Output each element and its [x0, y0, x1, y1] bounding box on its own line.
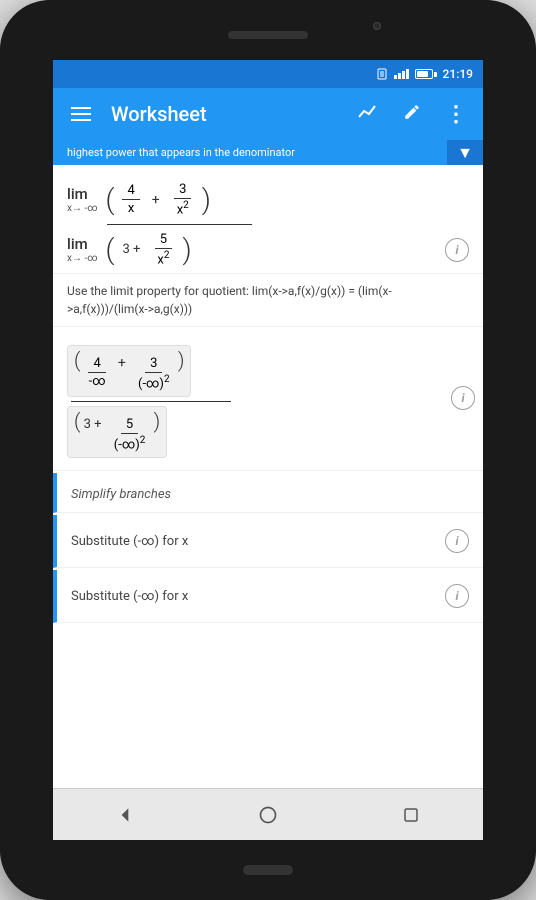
open-paren-1: ( [106, 186, 115, 214]
fraction-divider [107, 224, 252, 225]
lim-arrow-2: x→ -∞ [67, 253, 98, 264]
close-paren-4: ) [154, 409, 161, 433]
home-button[interactable] [253, 800, 283, 830]
edit-icon[interactable] [399, 98, 425, 130]
more-options-icon[interactable]: ⋮ [441, 98, 469, 131]
status-bar: 21:19 [53, 60, 483, 88]
frac-4x: 4 x [122, 182, 139, 217]
substitute-row-2: Substitute (-∞) for x i [53, 570, 483, 623]
lim-label-1: lim x→ -∞ [67, 185, 98, 214]
property-text-section: Use the limit property for quotient: lim… [53, 274, 483, 327]
lim-label-2: lim x→ -∞ [67, 235, 98, 264]
simplify-text: Simplify branches [71, 487, 171, 502]
frac-5inf2: 5 (-∞)2 [109, 416, 151, 453]
scroll-indicator[interactable]: ▼ [447, 140, 483, 165]
scroll-down-icon: ▼ [457, 143, 473, 163]
eval-num-paren: ( 4 -∞ + 3 (-∞)2 ) [67, 345, 191, 397]
camera [373, 22, 381, 30]
eval-denom-paren: ( 3 + 5 (-∞)2 ) [67, 406, 167, 458]
eval-denominator: ( 3 + 5 (-∞)2 ) [67, 406, 469, 458]
substitute-text-1: Substitute (-∞) for x [71, 534, 188, 549]
substitute-text-2: Substitute (-∞) for x [71, 589, 188, 604]
back-button[interactable] [110, 800, 140, 830]
simplify-section: Simplify branches [53, 473, 483, 513]
lim-word-1: lim [67, 185, 88, 203]
lim-word-2: lim [67, 235, 88, 253]
status-time: 21:19 [443, 67, 473, 81]
app-bar: Worksheet ⋮ [53, 88, 483, 140]
nav-bar [53, 788, 483, 840]
close-paren-2: ) [182, 236, 191, 264]
close-paren-1: ) [202, 186, 211, 214]
frac-3x2: 3 x2 [172, 181, 194, 218]
screen-rotation-icon [376, 68, 388, 80]
phone-frame: 21:19 Worksheet ⋮ [0, 0, 536, 900]
math-section-1: lim x→ -∞ ( 4 x + 3 x2 ) [53, 165, 483, 274]
frac-4inf: 4 -∞ [84, 355, 111, 390]
info-button-4[interactable]: i [445, 584, 469, 608]
screen: 21:19 Worksheet ⋮ [53, 60, 483, 840]
scroll-hint-text: highest power that appears in the denomi… [67, 146, 295, 159]
content-area: highest power that appears in the denomi… [53, 140, 483, 788]
eval-numerator: ( 4 -∞ + 3 (-∞)2 ) [67, 345, 469, 397]
speaker [228, 31, 308, 39]
lim-numerator-row: lim x→ -∞ ( 4 x + 3 x2 ) [67, 181, 469, 218]
open-paren-3: ( [74, 348, 80, 372]
scroll-hint-bar: highest power that appears in the denomi… [53, 140, 483, 165]
info-button-2[interactable]: i [451, 386, 475, 410]
recent-button[interactable] [396, 800, 426, 830]
info-button-1[interactable]: i [445, 238, 469, 262]
battery-icon [415, 69, 437, 79]
lim-denominator-row: lim x→ -∞ ( 3 + 5 x2 ) i [67, 231, 469, 268]
expr-3: 3 + [122, 242, 140, 257]
math-section-eval: ( 4 -∞ + 3 (-∞)2 ) [53, 327, 483, 472]
home-physical-button [243, 865, 293, 875]
property-text-content: Use the limit property for quotient: lim… [67, 284, 392, 316]
menu-icon[interactable] [67, 103, 95, 125]
frac-3inf2: 3 (-∞)2 [133, 355, 175, 392]
plus-2: + [118, 355, 126, 371]
close-paren-3: ) [178, 348, 185, 372]
bottom-bezel [0, 840, 536, 900]
plus-1: + [152, 192, 160, 208]
top-bezel [0, 0, 536, 60]
info-button-3[interactable]: i [445, 529, 469, 553]
substitute-row-1: Substitute (-∞) for x i [53, 515, 483, 568]
app-title: Worksheet [111, 102, 337, 126]
open-paren-2: ( [106, 236, 115, 264]
expr-3b: 3 + [84, 417, 102, 432]
signal-icon [394, 69, 409, 79]
open-paren-4: ( [74, 409, 80, 433]
frac-5x2-denom: 5 x2 [152, 231, 174, 268]
lim-arrow-1: x→ -∞ [67, 203, 98, 214]
chart-icon[interactable] [353, 98, 383, 130]
eval-frac-line [71, 401, 231, 402]
